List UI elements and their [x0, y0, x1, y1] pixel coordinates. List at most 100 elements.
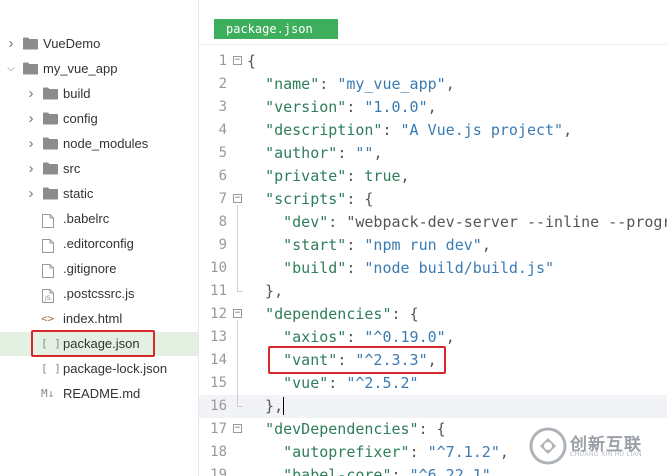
code-text: "start": "npm run dev", — [283, 236, 491, 254]
tree-item-label: .babelrc — [63, 211, 110, 226]
text-cursor — [283, 397, 285, 415]
code-line[interactable]: 8 "dev": "webpack-dev-server --inline --… — [199, 211, 667, 234]
folder-icon — [43, 162, 58, 176]
code-text: "autoprefixer": "^7.1.2", — [283, 443, 509, 461]
file-icon — [42, 212, 56, 228]
tree-item-label: .gitignore — [63, 261, 117, 276]
code-text: "dev": "webpack-dev-server --inline --pr… — [283, 213, 667, 231]
fold-toggle-icon[interactable]: − — [233, 309, 242, 318]
line-number: 5 — [218, 145, 227, 161]
code-line[interactable]: 5 "author": "", — [199, 142, 667, 165]
tree-item-postcssrc-js[interactable]: JS .postcssrc.js — [0, 282, 198, 306]
chevron-right-icon[interactable]: › — [25, 107, 37, 131]
code-editor[interactable]: package.json 1−{2 "name": "my_vue_app", 3… — [199, 0, 667, 476]
json-file-icon: [ ] — [41, 362, 61, 375]
code-line[interactable]: 12− "dependencies": { — [199, 303, 667, 326]
folder-icon — [43, 187, 58, 201]
code-line[interactable]: 7− "scripts": { — [199, 188, 667, 211]
code-line[interactable]: 15 "vue": "^2.5.2" — [199, 372, 667, 395]
fold-toggle-icon[interactable]: − — [233, 424, 242, 433]
code-line[interactable]: 16 }, — [199, 395, 667, 418]
tree-item-src[interactable]: › src — [0, 157, 198, 181]
chevron-right-icon[interactable]: › — [25, 132, 37, 156]
code-line[interactable]: 1−{ — [199, 50, 667, 73]
editor-tab-bar: package.json — [199, 0, 667, 45]
markdown-file-icon: M↓ — [41, 387, 55, 400]
code-text: }, — [247, 282, 284, 300]
line-number: 6 — [218, 168, 227, 184]
fold-toggle-icon[interactable]: − — [233, 194, 242, 203]
code-text: "vant": "^2.3.3", — [283, 351, 437, 369]
code-text: "name": "my_vue_app", — [265, 75, 455, 93]
tree-item-package-json[interactable]: [ ] package.json — [0, 332, 198, 356]
line-number: 18 — [210, 444, 227, 460]
file-explorer: › VueDemo ⌵ my_vue_app › build › config › node_mo… — [0, 0, 199, 476]
tree-item-index-html[interactable]: <> index.html — [0, 307, 198, 331]
fold-guide — [237, 205, 238, 291]
line-number: 11 — [210, 283, 227, 299]
tree-item-editorconfig[interactable]: .editorconfig — [0, 232, 198, 256]
code-line[interactable]: 11 }, — [199, 280, 667, 303]
line-number: 15 — [210, 375, 227, 391]
folder-icon — [43, 137, 58, 151]
code-line[interactable]: 13 "axios": "^0.19.0", — [199, 326, 667, 349]
tree-item-static[interactable]: › static — [0, 182, 198, 206]
tree-item-vuedemo[interactable]: › VueDemo — [0, 32, 198, 56]
code-text: "axios": "^0.19.0", — [283, 328, 455, 346]
code-line[interactable]: 4 "description": "A Vue.js project", — [199, 119, 667, 142]
tree-item-node-modules[interactable]: › node_modules — [0, 132, 198, 156]
chevron-right-icon[interactable]: › — [25, 182, 37, 206]
line-number: 16 — [210, 398, 227, 414]
chevron-down-icon[interactable]: ⌵ — [5, 57, 17, 81]
code-line[interactable]: 9 "start": "npm run dev", — [199, 234, 667, 257]
folder-icon — [23, 62, 38, 76]
tree-item-label: my_vue_app — [43, 61, 118, 76]
tree-item-readme-md[interactable]: M↓ README.md — [0, 382, 198, 406]
code-text: "version": "1.0.0", — [265, 98, 437, 116]
chevron-right-icon[interactable]: › — [5, 32, 17, 56]
line-number: 19 — [210, 467, 227, 476]
json-file-icon: [ ] — [41, 337, 61, 350]
html-file-icon: <> — [41, 312, 55, 325]
folder-icon — [43, 87, 58, 101]
code-text: "vue": "^2.5.2" — [283, 374, 419, 392]
code-line[interactable]: 2 "name": "my_vue_app", — [199, 73, 667, 96]
tree-item-label: package-lock.json — [63, 361, 168, 376]
code-text: "author": "", — [265, 144, 383, 162]
fold-guide — [237, 320, 238, 406]
line-number: 7 — [218, 191, 227, 207]
tree-item-babelrc[interactable]: .babelrc — [0, 207, 198, 231]
tree-item-label: build — [63, 86, 91, 101]
code-text: "babel-core": "^6.22.1", — [283, 466, 500, 476]
fold-toggle-icon[interactable]: − — [233, 56, 242, 65]
code-text: "devDependencies": { — [265, 420, 446, 438]
chevron-right-icon[interactable]: › — [25, 157, 37, 181]
code-line[interactable]: 3 "version": "1.0.0", — [199, 96, 667, 119]
code-text: "description": "A Vue.js project", — [265, 121, 573, 139]
line-number: 4 — [218, 122, 227, 138]
tree-item-my-vue-app[interactable]: ⌵ my_vue_app — [0, 57, 198, 81]
tree-item-config[interactable]: › config — [0, 107, 198, 131]
fold-guide-end — [237, 406, 243, 407]
line-number: 1 — [218, 53, 227, 69]
tree-item-gitignore[interactable]: .gitignore — [0, 257, 198, 281]
folder-icon — [23, 37, 38, 51]
tree-item-label: static — [63, 186, 94, 201]
file-icon — [42, 262, 56, 278]
tree-item-build[interactable]: › build — [0, 82, 198, 106]
line-number: 12 — [210, 306, 227, 322]
code-line[interactable]: 14 "vant": "^2.3.3", — [199, 349, 667, 372]
tab-package-json[interactable]: package.json — [214, 19, 338, 39]
tree-item-label: README.md — [63, 386, 141, 401]
tree-item-label: config — [63, 111, 98, 126]
code-line[interactable]: 10 "build": "node build/build.js" — [199, 257, 667, 280]
watermark-icon — [529, 427, 567, 465]
code-text: "dependencies": { — [265, 305, 419, 323]
tree-item-label: src — [63, 161, 81, 176]
chevron-right-icon[interactable]: › — [25, 82, 37, 106]
code-text: "scripts": { — [265, 190, 374, 208]
tree-item-package-lock-json[interactable]: [ ] package-lock.json — [0, 357, 198, 381]
line-number: 10 — [210, 260, 227, 276]
code-line[interactable]: 6 "private": true, — [199, 165, 667, 188]
line-number: 14 — [210, 352, 227, 368]
